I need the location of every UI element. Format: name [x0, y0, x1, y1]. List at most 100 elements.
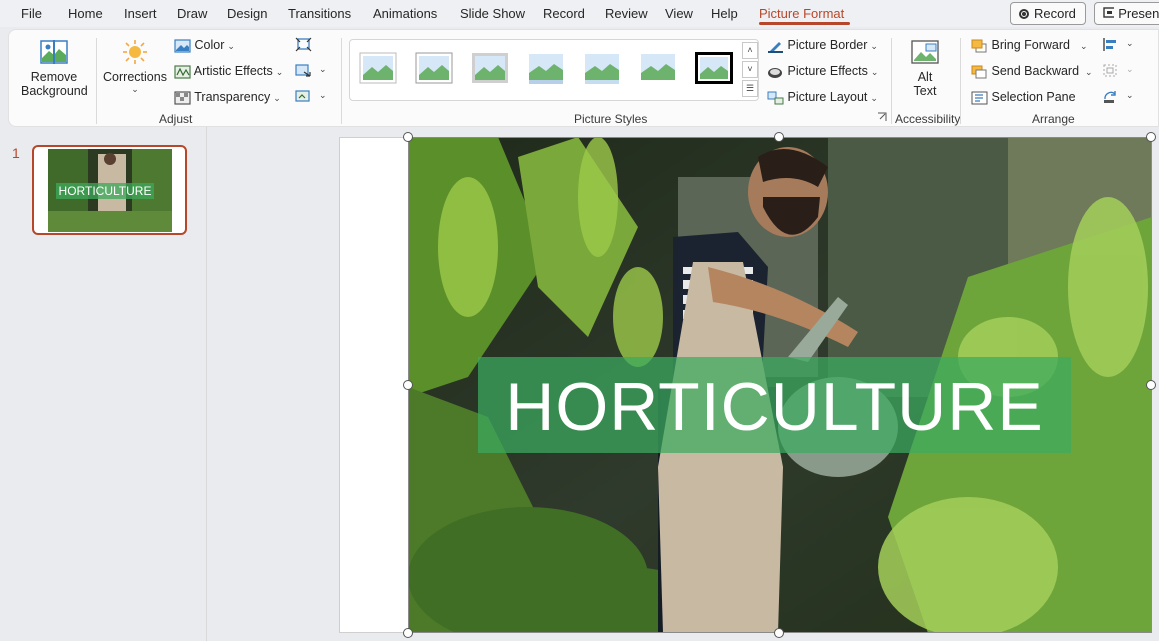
picture-effects-button[interactable]: Picture Effects ⌄	[767, 64, 878, 79]
active-tab-indicator	[759, 22, 850, 25]
tab-home[interactable]: Home	[68, 6, 103, 21]
bring-forward-label: Bring Forward	[991, 38, 1070, 52]
slide-thumbnail-1[interactable]: HORTICULTURE	[32, 145, 187, 235]
picture-styles-group-label: Picture Styles	[574, 112, 648, 126]
resize-handle-left[interactable]	[403, 380, 413, 390]
group-objects-icon[interactable]	[1102, 63, 1119, 78]
picture-border-button[interactable]: Picture Border ⌄	[767, 38, 878, 53]
tab-file[interactable]: File	[21, 6, 42, 21]
record-button[interactable]: Record	[1010, 2, 1086, 25]
chevron-down-icon: ⌄	[273, 93, 281, 103]
tab-review[interactable]: Review	[605, 6, 648, 21]
selection-pane-label: Selection Pane	[991, 90, 1076, 104]
picture-effects-icon	[768, 67, 782, 78]
slide-number: 1	[12, 145, 20, 161]
picture-border-label: Picture Border	[787, 38, 868, 52]
tab-record[interactable]: Record	[543, 6, 585, 21]
send-backward-label: Send Backward	[991, 64, 1080, 78]
accessibility-group-label: Accessibility	[895, 112, 961, 126]
chevron-down-icon[interactable]: ⌄	[319, 90, 327, 101]
chevron-down-icon[interactable]: ⌄	[1126, 38, 1134, 49]
rotate-icon[interactable]	[1102, 89, 1119, 104]
reset-picture-icon[interactable]	[295, 89, 312, 104]
arrange-group-label: Arrange	[1032, 112, 1075, 126]
tab-design[interactable]: Design	[227, 6, 267, 21]
picture-style-1[interactable]	[358, 51, 398, 85]
tab-draw[interactable]: Draw	[177, 6, 207, 21]
separator	[96, 38, 97, 124]
tab-picture-format[interactable]: Picture Format	[759, 6, 844, 21]
title-band: HORTICULTURE	[478, 357, 1071, 453]
picture-style-7[interactable]	[694, 51, 734, 85]
record-button-label: Record	[1034, 6, 1076, 21]
slide-title[interactable]: HORTICULTURE	[478, 357, 1071, 453]
resize-handle-top-right[interactable]	[1146, 132, 1156, 142]
present-icon	[1103, 7, 1115, 18]
corrections-button[interactable]: Corrections ⌄	[103, 38, 167, 104]
transparency-button[interactable]: Transparency ⌄	[174, 90, 281, 105]
tab-view[interactable]: View	[665, 6, 693, 21]
gallery-scroll-up[interactable]: ˄	[742, 42, 758, 59]
tab-help[interactable]: Help	[711, 6, 738, 21]
chevron-down-icon[interactable]: ⌄	[1126, 64, 1134, 75]
remove-background-label-2: Background	[21, 84, 88, 98]
gallery-more[interactable]: ☰	[742, 80, 758, 97]
tab-insert[interactable]: Insert	[124, 6, 157, 21]
remove-background-button[interactable]: Remove Background	[21, 38, 88, 104]
tab-slide-show[interactable]: Slide Show	[460, 6, 525, 21]
chevron-down-icon: ⌄	[870, 67, 879, 77]
resize-handle-bottom[interactable]	[774, 628, 784, 638]
chevron-down-icon: ⌄	[227, 41, 235, 51]
dialog-launcher-icon[interactable]	[877, 112, 887, 122]
picture-style-4[interactable]	[526, 51, 566, 85]
alt-text-label-2: Text	[913, 84, 937, 98]
tab-animations[interactable]: Animations	[373, 6, 437, 21]
chevron-down-icon: ⌄	[870, 93, 878, 103]
color-button[interactable]: Color ⌄	[174, 38, 235, 53]
send-backward-button[interactable]: Send Backward ⌄	[971, 64, 1093, 79]
record-icon	[1019, 8, 1029, 19]
chevron-down-icon: ⌄	[275, 67, 284, 77]
resize-handle-top-left[interactable]	[403, 132, 413, 142]
present-button[interactable]: Present	[1094, 2, 1159, 25]
selection-pane-button[interactable]: Selection Pane	[971, 90, 1076, 105]
tab-transitions[interactable]: Transitions	[288, 6, 351, 21]
picture-style-3[interactable]	[470, 51, 510, 85]
resize-handle-bottom-left[interactable]	[403, 628, 413, 638]
sun-icon	[123, 40, 147, 64]
align-icon[interactable]	[1102, 37, 1119, 52]
chevron-down-icon: ⌄	[1085, 67, 1093, 77]
color-label: Color	[194, 38, 225, 52]
picture-layout-button[interactable]: Picture Layout ⌄	[767, 90, 878, 105]
picture-layout-label: Picture Layout	[787, 90, 868, 104]
alt-text-button[interactable]: Alt Text	[902, 38, 948, 104]
color-icon	[174, 39, 191, 53]
artistic-effects-button[interactable]: Artistic Effects ⌄	[174, 64, 283, 79]
chevron-down-icon: ⌄	[870, 41, 878, 51]
change-picture-icon[interactable]	[295, 63, 312, 78]
remove-background-label-1: Remove	[30, 70, 78, 84]
gallery-scroll-down[interactable]: ˅	[742, 61, 758, 78]
separator	[960, 38, 961, 124]
compress-pictures-icon[interactable]	[295, 37, 312, 52]
remove-background-icon	[40, 40, 68, 64]
pen-icon	[768, 41, 783, 53]
resize-handle-top[interactable]	[774, 132, 784, 142]
alt-text-icon	[911, 40, 939, 64]
picture-effects-label: Picture Effects	[787, 64, 868, 78]
slide-thumbnail-title: HORTICULTURE	[56, 183, 154, 199]
chevron-down-icon[interactable]: ⌄	[1126, 90, 1134, 101]
menu-bar: File Home Insert Draw Design Transitions…	[0, 0, 1159, 27]
chevron-down-icon: ⌄	[1079, 41, 1088, 51]
picture-style-6[interactable]	[638, 51, 678, 85]
resize-handle-right[interactable]	[1146, 380, 1156, 390]
bring-forward-button[interactable]: Bring Forward ⌄	[971, 38, 1088, 53]
chevron-down-icon: ⌄	[131, 84, 139, 94]
bring-forward-icon	[971, 39, 987, 53]
picture-style-5[interactable]	[582, 51, 622, 85]
artistic-effects-icon	[174, 65, 191, 79]
chevron-down-icon[interactable]: ⌄	[319, 64, 327, 75]
transparency-label: Transparency	[194, 90, 271, 104]
picture-style-2[interactable]	[414, 51, 454, 85]
horticulture-picture[interactable]: HORTICULTURE	[408, 137, 1152, 633]
